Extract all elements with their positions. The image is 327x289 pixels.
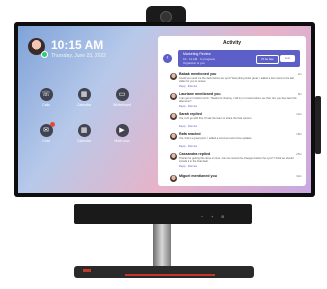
avatar (170, 73, 177, 80)
back-arrow-icon[interactable]: ‹ (163, 54, 172, 63)
avatar (170, 133, 177, 140)
item-title: Babak mentioned you (179, 72, 217, 76)
item-text: Yes, that's a great point. I added a com… (179, 137, 253, 140)
activity-item[interactable]: Lauriane mentioned you 8m I can get to i… (170, 92, 302, 110)
avatar (170, 175, 177, 182)
item-title: Rafa reacted (179, 132, 201, 136)
presence-available-icon (41, 51, 48, 58)
avatar (170, 113, 177, 120)
item-time: 18m (296, 132, 302, 136)
side-accessory (315, 96, 321, 154)
chat-icon: ✉ (39, 122, 55, 137)
calendar-icon: ▦ (77, 124, 91, 137)
late-button[interactable]: I'll be late (256, 55, 279, 64)
video-icon: ▶ (115, 124, 129, 137)
item-time: 8m (297, 92, 302, 96)
item-text: I can get to it before lunch. Thanks for… (179, 97, 297, 104)
item-actions[interactable]: Reply · Dismiss (179, 105, 197, 108)
phone-icon: ☏ (39, 88, 53, 101)
volume-up-icon[interactable]: + (211, 214, 213, 219)
activity-item[interactable]: Sarah replied 12m Yes, let's go with thi… (170, 112, 302, 130)
item-text: Could you send me the deck before we syn… (179, 77, 294, 84)
app-label: Calendar (76, 103, 92, 107)
app-label: Calls (42, 103, 50, 107)
item-title: Miguel mentioned you (179, 174, 217, 178)
app-calls[interactable]: ☏ Calls (35, 88, 57, 107)
item-time: 32m (296, 174, 302, 178)
item-actions[interactable]: Reply · Dismiss (179, 85, 197, 88)
activity-item[interactable]: Cassandra replied 25m Thanks for getting… (170, 152, 302, 170)
app-whiteboard[interactable]: ▭ Whiteboard (111, 88, 133, 107)
item-time: 2m (297, 72, 302, 76)
app-calendar-2[interactable]: ▦ Calendar (73, 124, 95, 143)
item-title: Sarah replied (179, 112, 202, 116)
activity-item[interactable]: Rafa reacted 18m Yes, that's a great poi… (170, 132, 302, 150)
item-time: 25m (296, 152, 302, 156)
app-chat[interactable]: ✉ Chat (35, 122, 57, 143)
clock-time: 10:15 AM (51, 38, 104, 52)
item-time: 12m (296, 112, 302, 116)
app-label: Chat (42, 139, 50, 143)
item-text: Thanks for getting this done on time. Ca… (179, 157, 294, 164)
avatar (170, 93, 177, 100)
app-label: Calendar (76, 139, 92, 143)
app-calendar[interactable]: ▦ Calendar (73, 88, 95, 107)
mute-icon[interactable]: ⊘ (221, 214, 224, 219)
app-label: Whiteboard (113, 103, 131, 107)
stand-base (74, 266, 254, 278)
item-actions[interactable]: Reply · Dismiss (179, 165, 197, 168)
clock-date: Thursday, June 23, 2022 (51, 53, 106, 59)
brand-logo (83, 269, 91, 272)
item-title: Cassandra replied (179, 152, 211, 156)
calendar-icon: ▦ (77, 88, 91, 101)
base-accent-stripe (125, 274, 215, 276)
volume-down-icon[interactable]: − (201, 214, 203, 219)
item-title: Lauriane mentioned you (179, 92, 221, 96)
panel-title: Activity (222, 40, 242, 46)
home-screen: 10:15 AM Thursday, June 23, 2022 ☏ Calls… (18, 26, 311, 193)
item-actions[interactable]: Reply · Dismiss (179, 125, 197, 128)
app-label: Meet now (114, 139, 130, 143)
stand-neck (153, 224, 171, 271)
meeting-organizer: Organizer is you (183, 61, 205, 65)
activity-panel: Activity ‹ Marketing Review 10 - 11 AM ·… (158, 36, 306, 186)
activity-item[interactable]: Miguel mentioned you 32m (170, 174, 302, 186)
item-actions[interactable]: Reply · Dismiss (179, 145, 197, 148)
meeting-title: Marketing Review (183, 52, 211, 56)
notification-badge (49, 122, 55, 127)
app-meet-now[interactable]: ▶ Meet now (111, 124, 133, 143)
activity-item[interactable]: Babak mentioned you 2m Could you send me… (170, 72, 302, 90)
speaker-bar (74, 204, 252, 224)
meeting-card[interactable]: Marketing Review 10 - 11 AM · In progres… (178, 50, 300, 67)
avatar (170, 153, 177, 160)
join-button[interactable]: Join (280, 55, 295, 62)
whiteboard-icon: ▭ (115, 88, 129, 101)
item-text: Yes, let's go with this. I'll ask the te… (179, 117, 252, 120)
